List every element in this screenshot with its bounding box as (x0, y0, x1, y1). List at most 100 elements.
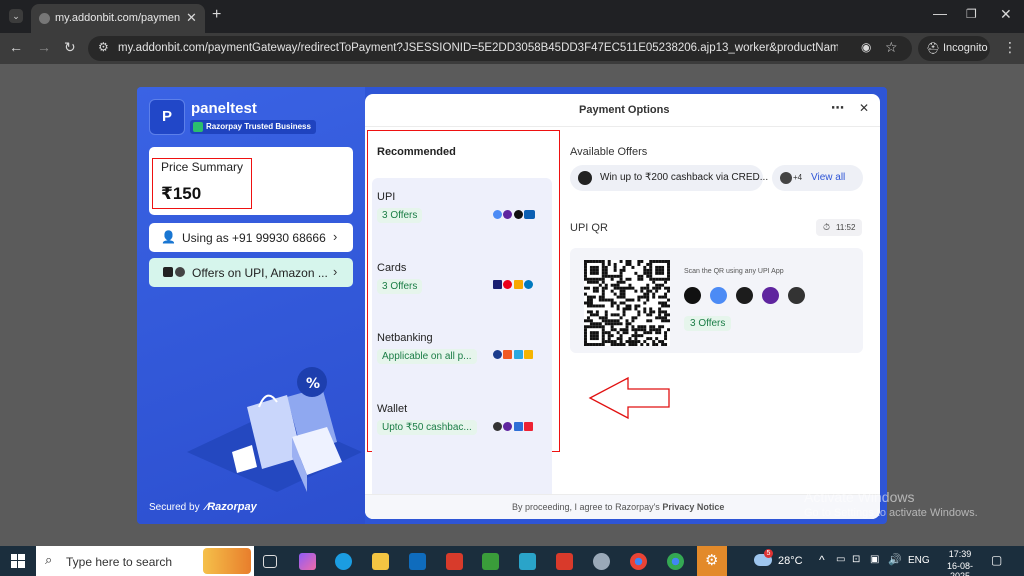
bookmark-star-icon[interactable]: ☆ (885, 40, 898, 54)
qr-module (655, 343, 659, 346)
qr-module (601, 319, 605, 323)
qr-module (601, 316, 605, 320)
privacy-notice-link[interactable]: Privacy Notice (662, 502, 724, 512)
qr-module (598, 283, 602, 287)
visa-icon (492, 280, 502, 289)
secured-by-label: Secured by (149, 502, 200, 513)
qr-module (625, 260, 629, 263)
volume-icon[interactable]: 🔊 (888, 553, 902, 566)
offers-banner[interactable]: Offers on UPI, Amazon ... › (149, 258, 353, 287)
edge-icon[interactable] (335, 553, 352, 570)
price-summary-label: Price Summary (161, 160, 244, 174)
back-arrow-icon[interactable]: ← (9, 40, 23, 54)
qr-module (658, 283, 662, 287)
qr-module (586, 277, 590, 281)
qr-module (613, 340, 617, 344)
more-options-icon[interactable]: ⋯ (831, 100, 845, 116)
qr-module (610, 301, 614, 305)
chevron-up-icon[interactable]: ^ (819, 553, 825, 567)
close-window-icon[interactable]: ✕ (1000, 7, 1012, 21)
tray-icon[interactable]: ▭ (836, 554, 845, 565)
chrome-icon[interactable] (667, 553, 684, 570)
qr-module (637, 325, 641, 329)
address-bar[interactable]: ⚙ my.addonbit.com/paymentGateway/redirec… (88, 36, 912, 61)
qr-module (658, 313, 662, 317)
task-view-icon[interactable] (263, 555, 277, 568)
incognito-indicator[interactable]: ⛑ Incognito (918, 36, 990, 61)
qr-module (661, 325, 665, 329)
clock-date: 16-08-2025 (946, 561, 973, 576)
network-icon[interactable]: ▣ (870, 554, 879, 565)
wps-icon[interactable] (446, 553, 463, 570)
contact-card[interactable]: 👤 Using as +91 99930 68666 › (149, 223, 353, 252)
qr-module (616, 307, 620, 311)
qr-module (589, 260, 593, 263)
copilot-icon[interactable] (299, 553, 316, 570)
tab-search-chevron-icon[interactable]: ⌄ (9, 9, 23, 23)
qr-module (631, 316, 635, 320)
eye-off-icon[interactable]: ◉ (861, 41, 871, 53)
qr-upi-app-logos (684, 287, 814, 309)
qr-module (589, 268, 593, 272)
new-tab-plus-icon[interactable]: + (212, 7, 221, 23)
qr-module (589, 325, 593, 329)
forward-arrow-icon[interactable]: → (37, 40, 51, 54)
weather-temp[interactable]: 28°C (778, 555, 803, 567)
url-text[interactable]: my.addonbit.com/paymentGateway/redirectT… (118, 42, 838, 54)
qr-module (607, 274, 611, 278)
close-icon[interactable]: ✕ (859, 101, 869, 115)
qr-module (664, 301, 668, 305)
qr-module (592, 304, 596, 308)
qr-module (637, 298, 641, 302)
qr-module (658, 331, 662, 335)
tab-close-icon[interactable]: ✕ (186, 11, 197, 24)
file-explorer-icon[interactable] (372, 553, 389, 570)
browser-menu-icon[interactable]: ⋮ (1003, 40, 1017, 54)
app-icon[interactable] (519, 553, 536, 570)
offer-chip[interactable]: Win up to ₹200 cashback via CRED... (570, 165, 768, 191)
qr-module (584, 340, 587, 344)
qr-module (646, 289, 650, 293)
qr-module (655, 283, 659, 287)
browser-tab[interactable]: my.addonbit.com/paymentGate ✕ (31, 4, 205, 33)
method-cards[interactable]: Cards 3 Offers (377, 262, 423, 294)
language-indicator[interactable]: ENG (908, 555, 930, 566)
notification-icon[interactable]: ▢ (991, 553, 1002, 567)
restore-icon[interactable]: ❐ (966, 8, 977, 20)
reload-icon[interactable]: ↻ (64, 40, 76, 54)
qr-module (667, 274, 670, 278)
anydesk-icon[interactable] (556, 553, 573, 570)
tray-icon[interactable]: ⊡ (852, 554, 860, 565)
chrome-icon[interactable] (630, 553, 647, 570)
method-netbanking[interactable]: Netbanking Applicable on all p... (377, 332, 477, 364)
site-settings-icon[interactable]: ⚙ (98, 41, 109, 53)
minimize-icon[interactable]: — (933, 6, 947, 20)
method-wallet[interactable]: Wallet Upto ₹50 cashbac... (377, 403, 477, 435)
windows-start-icon[interactable] (11, 554, 25, 568)
qr-module (643, 268, 647, 272)
qr-module (584, 343, 587, 346)
qr-module (667, 262, 670, 266)
browser-toolbar: ← → ↻ ⚙ my.addonbit.com/paymentGateway/r… (0, 33, 1024, 64)
qr-module (613, 286, 617, 290)
qr-module (607, 322, 611, 326)
qr-module (640, 328, 644, 332)
outlook-icon[interactable] (409, 553, 426, 570)
view-all-link[interactable]: View all (811, 172, 845, 183)
clock[interactable]: 17:39 16-08-2025 (938, 549, 982, 576)
qr-module (664, 260, 668, 263)
trusted-business-badge: Razorpay Trusted Business (190, 120, 316, 134)
qr-module (628, 298, 632, 302)
qr-module (589, 319, 593, 323)
qr-module (661, 271, 665, 275)
settings-app[interactable]: ⚙ (697, 546, 727, 576)
available-offers-label: Available Offers (570, 146, 648, 158)
qr-module (622, 310, 626, 314)
view-all-offers-button[interactable]: +4 View all (772, 165, 863, 191)
notepad-icon[interactable] (482, 553, 499, 570)
qr-module (646, 268, 650, 272)
upi-qr-code[interactable] (584, 260, 670, 346)
app-icon[interactable] (593, 553, 610, 570)
taskbar-search-box[interactable]: ⌕ Type here to search (36, 546, 254, 576)
method-upi[interactable]: UPI 3 Offers (377, 191, 423, 223)
